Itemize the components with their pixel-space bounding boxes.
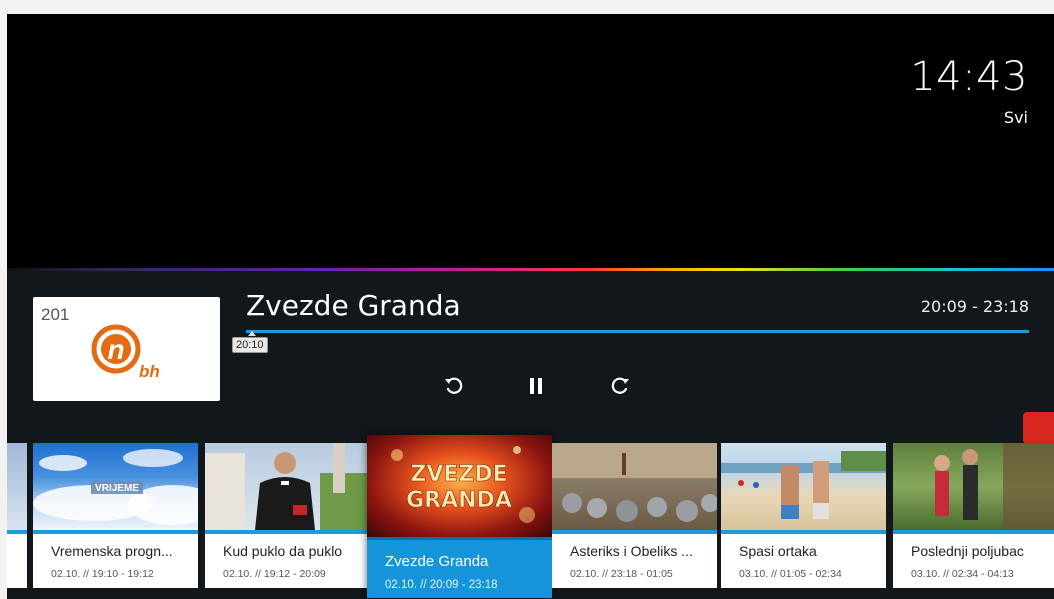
tile-progress [205,530,370,534]
tile-progress [33,530,198,534]
program-tile[interactable]: VRIJEME Vremenska progn... 02.10. // 19:… [33,443,198,588]
vrijeme-text: VRIJEME [95,483,139,494]
info-panel: 201 n bh Zvezde Granda 20:09 - 23:18 20:… [7,271,1054,599]
tile-time: 02.10. // 19:10 - 19:12 [51,568,154,580]
program-thumbnail [205,443,370,530]
program-tile[interactable]: Poslednji poljubac 03.10. // 02:34 - 04:… [893,443,1054,588]
tile-progress [721,530,886,534]
tile-title: Poslednji poljubac [911,543,1024,559]
pause-icon [530,378,542,394]
tile-time: 02.10. // 20:09 - 23:18 [385,579,498,591]
clock: 14:43 [910,54,1028,100]
tile-title: Spasi ortaka [739,543,817,559]
tile-title: Zvezde Granda [385,553,489,570]
tile-title: Vremenska progn... [51,543,173,559]
recording-badge[interactable] [1023,412,1054,444]
filter-label[interactable]: Svi [1004,108,1028,127]
forward-button[interactable] [605,371,635,401]
tile-time: 03.10. // 01:05 - 02:34 [739,568,842,580]
program-tile[interactable]: Spasi ortaka 03.10. // 01:05 - 02:34 [721,443,886,588]
progress-bar[interactable] [246,330,1029,333]
channel-number: 201 [41,305,70,324]
couple-forest-image [934,443,1054,530]
program-thumbnail: VRIJEME [33,443,198,530]
program-tile-active[interactable]: ZVEZDE GRANDA Zvezde Granda 02.10. // 20… [367,435,552,598]
program-tile[interactable]: Kud puklo da puklo 02.10. // 19:12 - 20:… [205,443,370,588]
program-thumbnail [721,443,886,530]
zvezde-line2: GRANDA [406,488,512,513]
tv-screen: 14:43 Svi 201 n bh Zvezde Granda 20:09 -… [7,14,1054,599]
zvezde-granda-logo-image: ZVEZDE GRANDA [391,446,535,523]
progress-handle[interactable] [248,331,256,336]
program-carousel: VRIJEME Vremenska progn... 02.10. // 19:… [7,429,1054,599]
rewind-icon [445,377,463,394]
program-time-range: 20:09 - 23:18 [920,297,1029,316]
program-thumbnail [552,443,717,530]
tile-title: Asteriks i Obeliks ... [570,543,693,559]
roman-soldiers-image [552,443,717,522]
beach-image [721,451,886,519]
tile-time: 03.10. // 02:34 - 04:13 [911,568,1014,580]
channel-logo: n bh [91,324,160,381]
program-thumbnail: ZVEZDE GRANDA [367,435,552,537]
tile-time: 02.10. // 19:12 - 20:09 [223,568,326,580]
priest-image [205,443,370,530]
logo-sub: bh [139,362,160,381]
tile-progress [893,530,1054,534]
weather-clouds-image: VRIJEME [33,449,198,525]
channel-card[interactable]: 201 n bh [33,297,220,401]
program-title: Zvezde Granda [246,289,461,322]
tile-progress [552,530,717,534]
rewind-button[interactable] [439,371,469,401]
tile-title: Kud puklo da puklo [223,543,343,559]
zvezde-line1: ZVEZDE [410,462,507,487]
pause-button[interactable] [521,371,551,401]
program-tile[interactable]: Asteriks i Obeliks ... 02.10. // 23:18 -… [552,443,717,588]
logo-text: n [107,334,124,365]
program-thumbnail [893,443,1054,530]
tile-time: 02.10. // 23:18 - 01:05 [570,568,673,580]
progress-tooltip: 20:10 [232,337,268,353]
forward-icon [611,377,629,394]
partial-tile[interactable] [7,443,27,588]
tile-progress [367,537,552,540]
